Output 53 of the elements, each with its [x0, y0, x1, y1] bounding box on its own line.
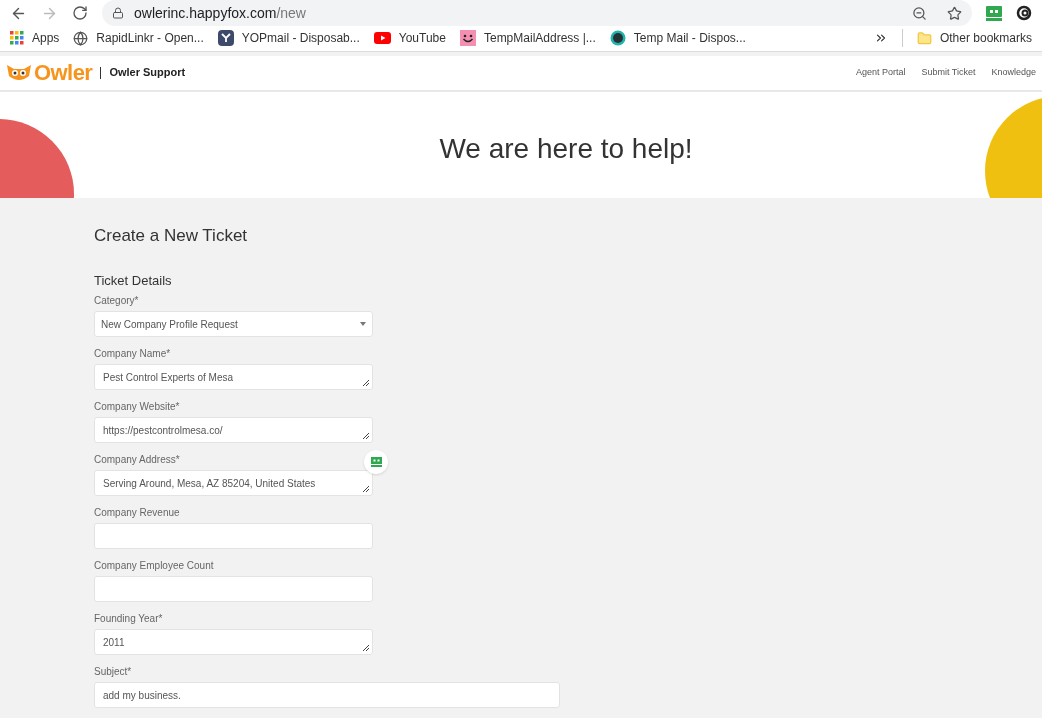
lock-icon: [112, 7, 124, 19]
robot-face-icon: [370, 457, 382, 467]
nav-link[interactable]: Knowledge: [991, 65, 1036, 80]
bookmark-link[interactable]: Temp Mail - Dispos...: [609, 29, 746, 48]
input-field[interactable]: [94, 576, 373, 602]
text-area[interactable]: Serving Around, Mesa, AZ 85204, United States: [94, 470, 373, 496]
caret-icon: [360, 322, 366, 326]
address-bar[interactable]: owlerinc.happyfox.com/new: [102, 0, 972, 26]
folder-icon: [916, 30, 932, 46]
star-icon[interactable]: [947, 5, 962, 21]
resize-grip-icon[interactable]: [362, 644, 370, 652]
text-area[interactable]: https://pestcontrolmesa.co/: [94, 417, 373, 443]
owl-icon: [6, 63, 32, 82]
bookmark-link[interactable]: YouTube: [373, 29, 446, 48]
nav-link[interactable]: Submit Ticket: [921, 65, 976, 80]
page-title: Create a New Ticket: [94, 225, 249, 247]
globe-icon: [73, 30, 89, 46]
password-manager-button[interactable]: [364, 450, 388, 474]
apps-grid-icon: [10, 31, 24, 46]
category-dropdown[interactable]: New Company Profile Request: [94, 311, 373, 337]
input-field[interactable]: add my business.: [94, 682, 560, 708]
field-label: Company Employee Count: [94, 559, 214, 573]
field-label: Founding Year*: [94, 612, 163, 626]
field-label: Category*: [94, 294, 139, 308]
field-label: Subject*: [94, 665, 132, 679]
section-heading: Ticket Details: [94, 271, 173, 290]
bookmark-link[interactable]: RapidLinkr - Open...: [73, 29, 204, 48]
field-label: Company Address*: [94, 453, 180, 467]
text-area[interactable]: Pest Control Experts of Mesa: [94, 364, 373, 390]
y-letter-icon: [217, 30, 234, 47]
resize-grip-icon[interactable]: [362, 485, 370, 493]
url-text: owlerinc.happyfox.com/new: [134, 3, 307, 23]
text-area[interactable]: 2011: [94, 629, 373, 655]
bookmark-link[interactable]: TempMailAddress |...: [459, 29, 596, 48]
input-field[interactable]: [94, 523, 373, 549]
circle-logo-icon: [609, 30, 626, 47]
bookmark-link[interactable]: Apps: [10, 29, 60, 48]
resize-grip-icon[interactable]: [362, 432, 370, 440]
robot-face-icon[interactable]: [986, 5, 1002, 21]
play-icon: [373, 32, 391, 45]
smiley-icon: [459, 30, 476, 47]
nav-link[interactable]: Agent Portal: [855, 65, 906, 80]
bookmark-link[interactable]: YOPmail - Disposab...: [217, 29, 360, 48]
bookmark-link[interactable]: Other bookmarks: [916, 29, 1032, 48]
ring-logo-icon[interactable]: [1016, 5, 1032, 21]
hero-heading: We are here to help!: [439, 131, 693, 166]
resize-grip-icon[interactable]: [362, 379, 370, 387]
field-label: Company Revenue: [94, 506, 180, 520]
reload-icon[interactable]: [72, 5, 88, 21]
site-title: Owler Support: [109, 65, 186, 81]
field-label: Company Website*: [94, 400, 180, 414]
field-label: Company Name*: [94, 347, 171, 361]
zoom-icon[interactable]: [912, 5, 927, 21]
